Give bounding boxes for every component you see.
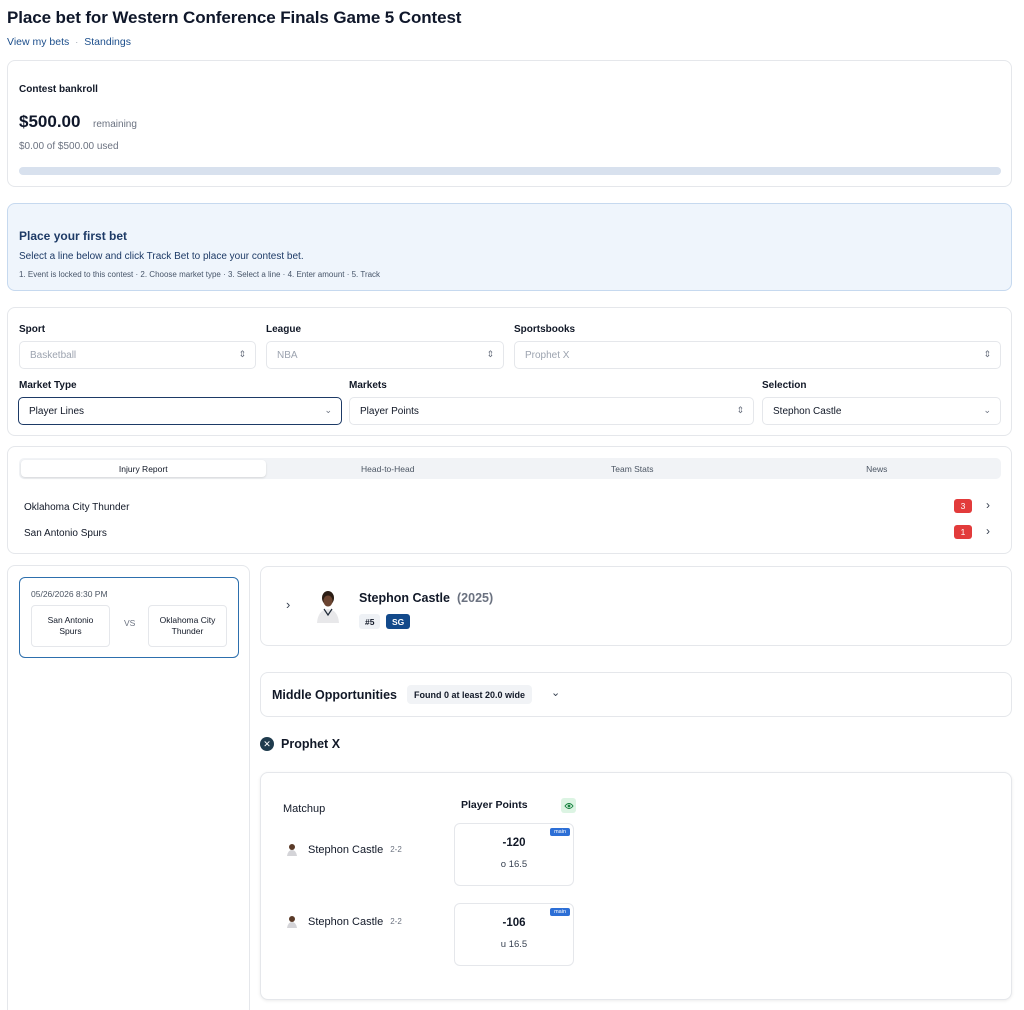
view-my-bets-link[interactable]: View my bets — [7, 36, 69, 48]
game-list-panel: 05/26/2026 8:30 PM San Antonio Spurs VS … — [7, 565, 250, 1010]
info-tabs: Injury Report Head-to-Head Team Stats Ne… — [19, 458, 1001, 479]
page-title: Place bet for Western Conference Finals … — [7, 8, 462, 27]
away-team-box: San Antonio Spurs — [31, 605, 110, 647]
odds-line: u 16.5 — [500, 939, 528, 950]
breadcrumb-links: View my bets · Standings — [7, 36, 131, 48]
expand-chevron-icon[interactable]: › — [286, 597, 290, 612]
bankroll-card: Contest bankroll $500.00 remaining $0.00… — [7, 60, 1012, 187]
injury-count-badge: 1 — [954, 525, 972, 539]
markets-select[interactable]: Player Points ⇕ — [349, 397, 754, 425]
tab-news[interactable]: News — [755, 460, 1000, 477]
link-separator: · — [75, 37, 79, 47]
chevron-down-icon[interactable]: ⌄ — [551, 686, 560, 699]
odds-row-player: Stephon Castle 2-2 — [286, 915, 402, 928]
odds-price: -120 — [502, 837, 526, 849]
sportsbooks-label: Sportsbooks — [514, 324, 576, 335]
bankroll-amount: $500.00 — [19, 112, 81, 131]
tab-injury-report[interactable]: Injury Report — [21, 460, 266, 477]
selection-label: Selection — [762, 380, 807, 391]
updown-chevron-icon: ⇕ — [736, 405, 744, 415]
first-bet-heading: Place your first bet — [19, 229, 128, 243]
game-datetime: 05/26/2026 8:30 PM — [31, 589, 108, 599]
main-line-tag: main — [550, 908, 570, 916]
bet-filters-card: Sport Basketball ⇕ League NBA ⇕ Sportsbo… — [7, 307, 1012, 436]
odds-line: o 16.5 — [500, 859, 528, 870]
standings-link[interactable]: Standings — [84, 36, 131, 48]
odds-table-card: Matchup Player Points Stephon Castle 2-2… — [260, 772, 1012, 1000]
player-mini-avatar — [287, 916, 297, 928]
player-name: Stephon Castle — [359, 591, 450, 605]
league-select-value: NBA — [277, 349, 298, 361]
bankroll-progress-bar — [19, 167, 1001, 175]
first-bet-steps: 1. Event is locked to this contest · 2. … — [19, 270, 381, 279]
odds-row-player-name: Stephon Castle — [308, 843, 384, 856]
middle-opportunities-card[interactable]: Middle Opportunities Found 0 at least 20… — [260, 672, 1012, 717]
injury-count-badge: 3 — [954, 499, 972, 513]
odds-row-record: 2-2 — [390, 845, 402, 854]
tab-team-stats[interactable]: Team Stats — [510, 460, 755, 477]
league-select[interactable]: NBA ⇕ — [266, 341, 504, 369]
market-type-select-value: Player Lines — [29, 405, 85, 417]
player-card: › Stephon Castle (2025) #5 SG — [260, 566, 1012, 646]
bankroll-remaining-label: remaining — [93, 119, 137, 130]
chevron-down-icon: ⌄ — [324, 405, 332, 415]
injury-row-thunder[interactable]: Oklahoma City Thunder 3 › — [24, 498, 994, 516]
sportsbooks-select[interactable]: Prophet X ⇕ — [514, 341, 1001, 369]
prophet-x-logo-icon: ✕ — [260, 737, 274, 751]
game-card[interactable]: 05/26/2026 8:30 PM San Antonio Spurs VS … — [19, 577, 239, 658]
player-avatar — [317, 591, 339, 623]
main-line-tag: main — [550, 828, 570, 836]
injury-team-name: Oklahoma City Thunder — [24, 501, 130, 513]
middle-opportunities-title: Middle Opportunities — [272, 688, 397, 702]
injury-row-spurs[interactable]: San Antonio Spurs 1 › — [24, 524, 994, 542]
odds-over-button[interactable]: main -120 o 16.5 — [454, 823, 574, 886]
selection-select-value: Stephon Castle — [773, 405, 842, 417]
markets-label: Markets — [349, 380, 387, 391]
home-team-box: Oklahoma City Thunder — [148, 605, 227, 647]
sport-label: Sport — [19, 324, 46, 335]
first-bet-info-card: Place your first bet Select a line below… — [7, 203, 1012, 291]
injury-team-name: San Antonio Spurs — [24, 527, 107, 539]
updown-chevron-icon: ⇕ — [983, 349, 991, 359]
player-draft-year: (2025) — [457, 591, 494, 605]
sportsbook-heading: ✕ Prophet X — [260, 737, 340, 751]
market-type-label: Market Type — [19, 380, 77, 391]
odds-row-player-name: Stephon Castle — [308, 915, 384, 928]
markets-select-value: Player Points — [360, 405, 419, 417]
odds-under-button[interactable]: main -106 u 16.5 — [454, 903, 574, 966]
bankroll-label: Contest bankroll — [19, 84, 98, 95]
versus-label: VS — [124, 618, 136, 628]
updown-chevron-icon: ⇕ — [238, 349, 246, 359]
odds-row-player: Stephon Castle 2-2 — [286, 843, 402, 856]
middle-found-badge: Found 0 at least 20.0 wide — [407, 685, 533, 704]
player-mini-avatar — [287, 844, 297, 856]
eye-icon[interactable] — [561, 798, 576, 813]
sport-select[interactable]: Basketball ⇕ — [19, 341, 256, 369]
market-type-select[interactable]: Player Lines ⌄ — [18, 397, 342, 425]
info-tabs-card: Injury Report Head-to-Head Team Stats Ne… — [7, 446, 1012, 554]
updown-chevron-icon: ⇕ — [486, 349, 494, 359]
matchup-header: Matchup — [283, 803, 326, 815]
sportsbook-name: Prophet X — [281, 737, 341, 751]
odds-price: -106 — [502, 917, 526, 929]
odds-row-record: 2-2 — [390, 917, 402, 926]
player-position-chip: SG — [386, 614, 411, 629]
player-number-chip: #5 — [359, 614, 381, 629]
league-label: League — [266, 324, 302, 335]
sport-select-value: Basketball — [30, 349, 77, 361]
bankroll-used-text: $0.00 of $500.00 used — [19, 141, 119, 152]
sportsbooks-select-value: Prophet X — [525, 349, 570, 361]
tab-head-to-head[interactable]: Head-to-Head — [266, 460, 511, 477]
player-points-header: Player Points — [461, 799, 528, 811]
first-bet-description: Select a line below and click Track Bet … — [19, 251, 304, 262]
chevron-right-icon: › — [986, 524, 990, 538]
chevron-right-icon: › — [986, 498, 990, 512]
chevron-down-icon: ⌄ — [983, 405, 991, 415]
selection-select[interactable]: Stephon Castle ⌄ — [762, 397, 1001, 425]
